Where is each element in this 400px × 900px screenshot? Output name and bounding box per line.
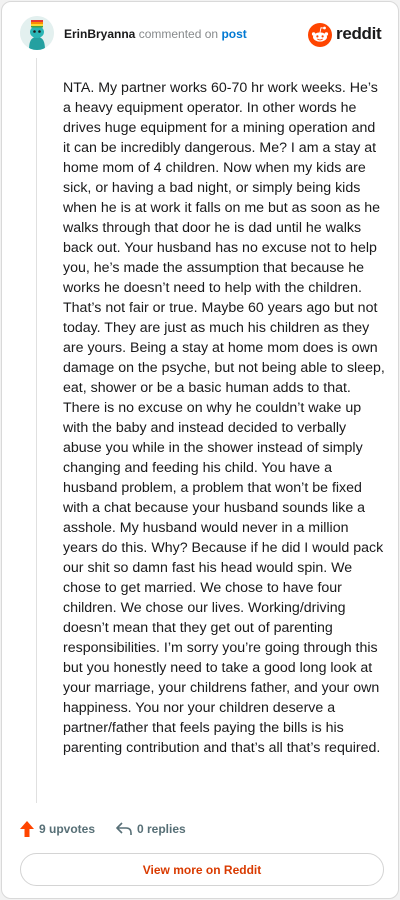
reply-count: 0 replies bbox=[137, 822, 186, 836]
reddit-logo-icon bbox=[308, 23, 332, 47]
upvote-count: 9 upvotes bbox=[39, 822, 96, 836]
comment-actions: 9 upvotes 0 replies bbox=[20, 818, 320, 840]
post-link[interactable]: post bbox=[221, 27, 246, 41]
comment-body: NTA. My partner works 60-70 hr work week… bbox=[63, 80, 385, 756]
reddit-wordmark: reddit bbox=[336, 24, 382, 43]
comment-meta: ErinBryanna commented on post bbox=[64, 26, 247, 42]
snoo-avatar-icon[interactable] bbox=[20, 16, 54, 50]
view-more-button[interactable]: View more on Reddit bbox=[20, 853, 384, 886]
comment-header: ErinBryanna commented on post reddit bbox=[20, 16, 382, 56]
reply-button[interactable]: 0 replies bbox=[116, 818, 186, 840]
comment-embed-card: ErinBryanna commented on post reddit NTA… bbox=[1, 1, 399, 899]
upvote-arrow-icon bbox=[20, 821, 34, 837]
comment-action-text: commented on bbox=[138, 27, 219, 41]
upvote-button[interactable]: 9 upvotes bbox=[20, 818, 95, 840]
reply-arrow-icon bbox=[116, 822, 132, 835]
thread-line bbox=[36, 58, 37, 803]
author-username[interactable]: ErinBryanna bbox=[64, 27, 135, 41]
reddit-brand[interactable]: reddit bbox=[308, 22, 382, 48]
